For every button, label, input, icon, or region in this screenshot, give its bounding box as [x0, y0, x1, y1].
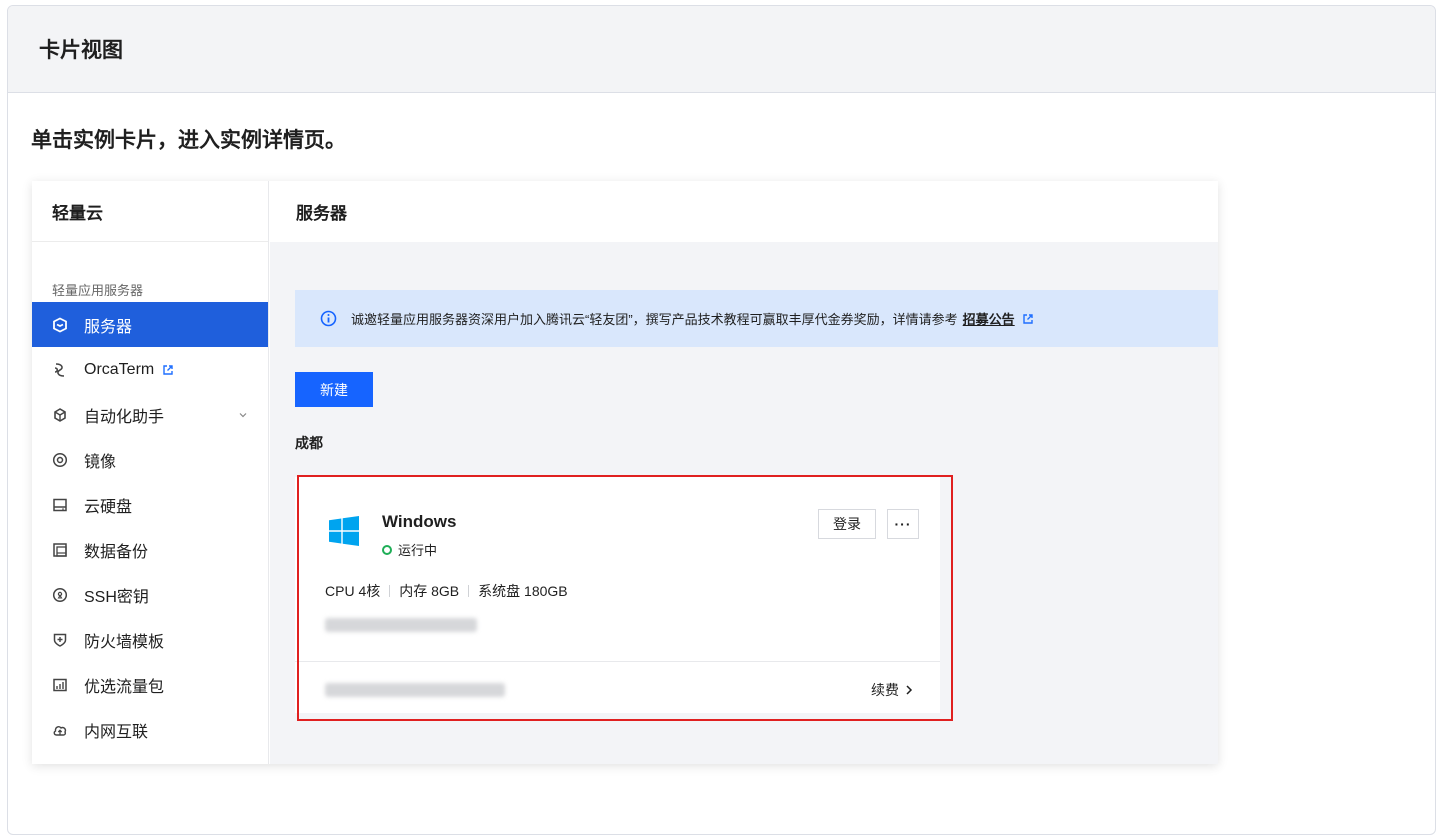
instance-name: Windows [382, 512, 457, 531]
more-button[interactable]: ··· [887, 509, 919, 539]
sidebar-group-label: 轻量应用服务器 [52, 283, 144, 298]
new-button[interactable]: 新建 [295, 372, 373, 407]
redacted-expiry [325, 683, 505, 697]
spec-memory: 内存 8GB [399, 583, 460, 599]
sidebar-item-traffic[interactable]: 优选流量包 [32, 662, 268, 707]
chevron-right-icon [905, 684, 913, 696]
orcaterm-icon [52, 362, 68, 378]
instruction-text: 单击实例卡片，进入实例详情页。 [31, 129, 346, 152]
windows-logo-icon [329, 516, 359, 546]
redacted-ip [325, 618, 477, 632]
sidebar-item-backup[interactable]: 数据备份 [32, 527, 268, 572]
status-badge: 运行中 [382, 540, 437, 559]
instance-specs: CPU 4核 内存 8GB 系统盘 180GB [325, 581, 568, 601]
server-icon [52, 316, 68, 333]
sidebar-item-network[interactable]: 内网互联 [32, 707, 268, 752]
sidebar-item-automation[interactable]: 自动化助手 [32, 392, 268, 437]
sidebar-item-label: 优选流量包 [84, 678, 165, 696]
sidebar-item-label: 镜像 [84, 453, 117, 471]
spec-disk: 系统盘 180GB [478, 583, 568, 599]
notice-banner: 诚邀轻量应用服务器资深用户加入腾讯云“轻友团”，撰写产品技术教程可赢取丰厚代金券… [295, 290, 1218, 347]
login-button[interactable]: 登录 [818, 509, 876, 539]
region-label: 成都 [295, 435, 323, 451]
sidebar-item-label: 云硬盘 [84, 498, 133, 516]
renew-label: 续费 [871, 682, 899, 698]
sidebar-item-label: SSH密钥 [84, 588, 149, 606]
status-running-icon [382, 544, 392, 555]
main-header: 服务器 [270, 181, 1218, 242]
instance-card[interactable]: Windows 运行中 登录 ··· CPU 4核 内存 8GB 系统盘 180… [295, 477, 940, 713]
sidebar-item-label: 防火墙模板 [84, 633, 165, 651]
card-divider [295, 661, 940, 662]
section-title: 卡片视图 [39, 39, 123, 62]
spec-divider [468, 585, 470, 597]
key-icon [52, 587, 68, 603]
traffic-icon [52, 677, 68, 693]
sidebar-item-server[interactable]: 服务器 [32, 302, 268, 347]
status-text: 运行中 [398, 543, 438, 558]
sidebar-item-disk[interactable]: 云硬盘 [32, 482, 268, 527]
main-content: 服务器 诚邀轻量应用服务器资深用户加入腾讯云“轻友团”，撰写产品技术教程可赢取丰… [270, 181, 1218, 764]
sidebar-item-label: 服务器 [84, 318, 133, 336]
sidebar-item-orcaterm[interactable]: OrcaTerm [32, 347, 268, 392]
sidebar-item-label: 数据备份 [84, 543, 149, 561]
sidebar-item-ssh-key[interactable]: SSH密钥 [32, 572, 268, 617]
automation-icon [52, 407, 68, 423]
console-screenshot: 轻量云 轻量应用服务器 服务器 OrcaTerm 自动化助手 镜像 云硬盘 数据… [32, 181, 1218, 764]
backup-icon [52, 542, 68, 558]
external-link-icon [162, 364, 174, 376]
chevron-down-icon[interactable] [238, 410, 248, 420]
external-link-icon[interactable] [1022, 313, 1034, 325]
sidebar-header: 轻量云 [32, 181, 268, 242]
spec-cpu: CPU 4核 [325, 583, 381, 599]
section-header: 卡片视图 [8, 6, 1435, 93]
renew-link[interactable]: 续费 [871, 680, 913, 700]
info-icon [320, 310, 337, 327]
notice-text: 诚邀轻量应用服务器资深用户加入腾讯云“轻友团”，撰写产品技术教程可赢取丰厚代金券… [351, 312, 958, 327]
sidebar-item-firewall[interactable]: 防火墙模板 [32, 617, 268, 662]
spec-divider [389, 585, 391, 597]
firewall-icon [52, 632, 68, 648]
sidebar-item-label: 内网互联 [84, 723, 149, 741]
disk-icon [52, 497, 68, 513]
sidebar-item-label: OrcaTerm [84, 360, 155, 378]
sidebar: 轻量云 轻量应用服务器 服务器 OrcaTerm 自动化助手 镜像 云硬盘 数据… [32, 181, 269, 764]
network-icon [52, 722, 68, 738]
sidebar-item-image[interactable]: 镜像 [32, 437, 268, 482]
notice-link[interactable]: 招募公告 [963, 309, 1015, 328]
sidebar-item-label: 自动化助手 [84, 408, 165, 426]
image-icon [52, 452, 68, 468]
